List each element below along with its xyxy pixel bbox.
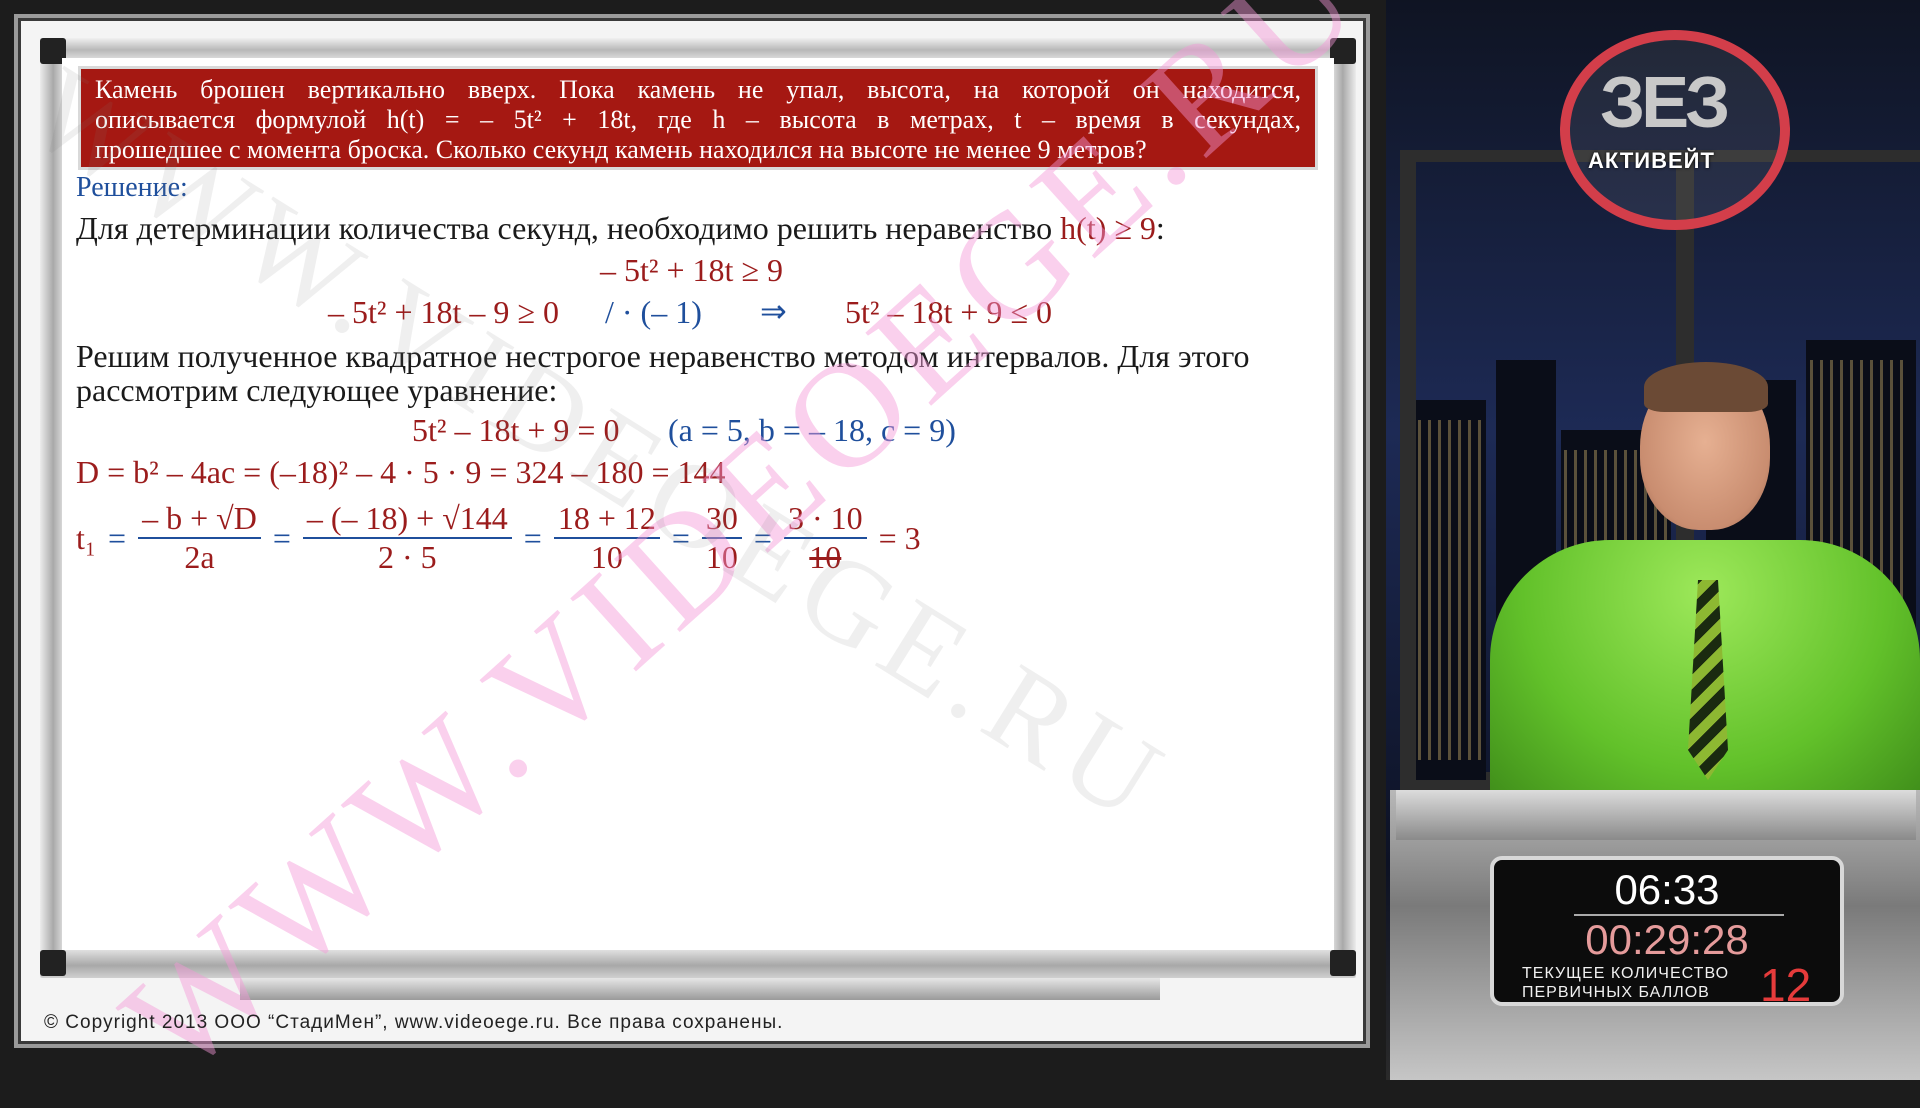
- presenter-hair: [1644, 362, 1768, 412]
- equals-3: =: [523, 519, 542, 556]
- paragraph-line-1: Решим полученное квадратное нестрогое не…: [76, 338, 1250, 374]
- fraction-5-denominator: 10: [809, 539, 842, 575]
- fraction-3-denominator: 10: [590, 539, 623, 575]
- equals-1: =: [108, 519, 127, 556]
- fraction-1: – b + √D 2a: [138, 500, 261, 576]
- root-formula: t₁ = – b + √D 2a = – (– 18) + √144 2 · 5…: [76, 500, 921, 576]
- fraction-4-numerator: 30: [701, 500, 742, 539]
- solution-intro-text: Для детерминации количества секунд, необ…: [76, 210, 1053, 246]
- mouse-cursor: [950, 262, 968, 282]
- channel-logo-text: АКТИВЕЙТ: [1588, 148, 1715, 173]
- implies-arrow: ⇒: [760, 293, 787, 329]
- equals-5: =: [753, 519, 772, 556]
- fraction-1-denominator: 2a: [184, 539, 215, 575]
- fraction-4: 30 10: [701, 500, 742, 576]
- scoreboard: 06:33 00:29:28 ТЕКУЩЕЕ КОЛИЧЕСТВО ПЕРВИЧ…: [1490, 856, 1844, 1011]
- podium-top: [1396, 790, 1916, 840]
- problem-statement: Камень брошен вертикально вверх. Пока ка…: [78, 66, 1318, 170]
- score-label: ТЕКУЩЕЕ КОЛИЧЕСТВО ПЕРВИЧНЫХ БАЛЛОВ: [1522, 964, 1729, 1002]
- board-rail-left: [40, 38, 62, 978]
- copyright-text: © Copyright 2013 ООО “СтадиМен”, www.vid…: [44, 1012, 784, 1033]
- score-label-line-2: ПЕРВИЧНЫХ БАЛЛОВ: [1522, 984, 1710, 1001]
- equals-2: =: [272, 519, 291, 556]
- fraction-2-denominator: 2 · 5: [377, 539, 437, 575]
- solution-heading: Решение:: [76, 172, 188, 203]
- board-tray: [240, 978, 1160, 1000]
- paragraph-line-2: рассмотрим следующее уравнение:: [76, 372, 558, 408]
- inequality-2-right: 5t² – 18t + 9 ≤ 0: [845, 294, 1052, 330]
- current-time: 06:33: [1614, 866, 1720, 913]
- fraction-5: 3 · 10 10: [783, 500, 867, 576]
- score-value: 12: [1760, 959, 1812, 1011]
- score-label-line-1: ТЕКУЩЕЕ КОЛИЧЕСТВО: [1522, 965, 1730, 982]
- fraction-1-numerator: – b + √D: [138, 500, 261, 539]
- fraction-3: 18 + 12 10: [553, 500, 660, 576]
- solution-intro: Для детерминации количества секунд, необ…: [76, 210, 1165, 247]
- quadratic-equation: 5t² – 18t + 9 = 0: [412, 412, 620, 448]
- problem-line-1: Камень брошен вертикально вверх. Пока ка…: [95, 75, 1301, 104]
- problem-line-2: описывается формулой h(t) = – 5t² + 18t,…: [95, 105, 1301, 134]
- window-frame-left: [1400, 150, 1416, 790]
- t1-label: t₁: [76, 519, 97, 556]
- solution-intro-expr: h(t) ≥ 9: [1060, 210, 1156, 246]
- result: = 3: [878, 519, 921, 556]
- total-time: 00:29:28: [1585, 916, 1749, 963]
- board-corner-bottom-left: [40, 950, 66, 976]
- city-lights: [1418, 420, 1484, 760]
- board-corner-bottom-right: [1330, 950, 1356, 976]
- inequality-1: – 5t² + 18t ≥ 9: [600, 252, 783, 288]
- fraction-2: – (– 18) + √144 2 · 5: [302, 500, 512, 576]
- discriminant: D = b² – 4ac = (–18)² – 4 · 5 · 9 = 324 …: [76, 454, 726, 490]
- fraction-3-numerator: 18 + 12: [553, 500, 660, 539]
- board-rail-bottom: [40, 950, 1356, 978]
- problem-line-3: прошедшее с момента броска. Сколько секу…: [95, 135, 1147, 164]
- fraction-5-numerator: 3 · 10: [783, 500, 867, 539]
- coefficients: (a = 5, b = – 18, c = 9): [668, 412, 956, 448]
- inequality-2-left: – 5t² + 18t – 9 ≥ 0: [328, 294, 559, 330]
- board-rail-top: [40, 38, 1356, 58]
- equals-4: =: [671, 519, 690, 556]
- inequality-2-multiply: / · (– 1): [605, 294, 702, 330]
- board-rail-right: [1334, 38, 1356, 978]
- channel-logo-mark: ЗЕЗ: [1600, 63, 1730, 143]
- fraction-2-numerator: – (– 18) + √144: [302, 500, 512, 539]
- solution-intro-colon: :: [1155, 210, 1165, 246]
- fraction-4-denominator: 10: [705, 539, 738, 575]
